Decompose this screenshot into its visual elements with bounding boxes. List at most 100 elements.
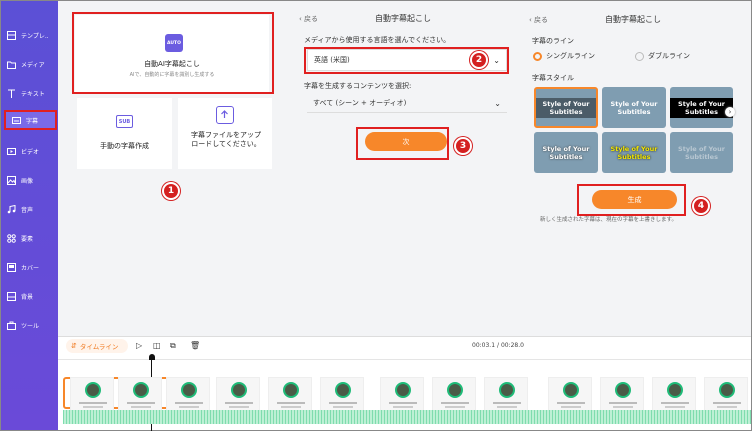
sidebar-item-templates[interactable]: テンプレ..: [1, 25, 58, 45]
sidebar-item-tools[interactable]: ツール: [1, 315, 58, 335]
sub-icon-label: SUB: [118, 118, 131, 125]
sidebar-item-label: ツール: [21, 322, 40, 330]
single-line-radio[interactable]: シングルライン: [533, 51, 595, 61]
sidebar-item-label: 字幕: [26, 117, 39, 125]
sidebar-item-label: テキスト: [21, 90, 45, 98]
style-tile-3[interactable]: Style of Your Subtitles: [670, 87, 733, 128]
sidebar-item-media[interactable]: メディア: [1, 54, 58, 74]
clip-thumbnail[interactable]: [432, 377, 476, 411]
video-icon: [7, 147, 16, 156]
highlight-box-3: [356, 127, 449, 160]
panel-title: 自動字幕起こし: [375, 14, 431, 23]
cover-icon: [7, 262, 16, 272]
style-tile-2[interactable]: Style of Your Subtitles: [602, 87, 666, 128]
clip-thumbnail[interactable]: [320, 377, 364, 411]
clip-thumbnail[interactable]: [484, 377, 528, 411]
sidebar-item-cover[interactable]: カバー: [1, 257, 58, 277]
main-area: AUTO 自動AI字幕起こし AIで、自動的に字幕を識別し生成する SUB 手動…: [58, 1, 751, 336]
time-display: 00:03.1 / 00:28.0: [472, 342, 524, 349]
sidebar-item-background[interactable]: 背景: [1, 286, 58, 306]
content-value: すべて (シーン + オーディオ): [313, 98, 407, 107]
style-tile-text: Style of Your Subtitles: [678, 144, 725, 161]
sidebar-item-label: メディア: [21, 61, 45, 69]
sidebar-item-label: 背景: [21, 293, 34, 301]
chevron-right-icon[interactable]: ›: [725, 107, 735, 117]
highlight-box-4: [577, 184, 686, 216]
back-link-right[interactable]: ‹ 戻る: [529, 15, 548, 25]
clip-thumbnail: [118, 377, 162, 411]
style-tile-5[interactable]: Style of Your Subtitles: [602, 132, 666, 173]
background-icon: [7, 291, 16, 301]
sidebar-item-video[interactable]: ビデオ: [1, 141, 58, 161]
sub-icon: SUB: [116, 115, 133, 128]
style-tile-text: Style of Your Subtitles: [536, 97, 596, 118]
sidebar-item-label: テンプレ..: [21, 32, 49, 40]
sidebar-item-elements[interactable]: 要素: [1, 228, 58, 248]
sidebar: テンプレ.. メディア テキスト 字幕 ビデオ 画像 音声 要素 カバー 背景 …: [1, 1, 58, 430]
upload-icon: [216, 106, 234, 124]
clip-thumbnail[interactable]: [600, 377, 644, 411]
double-line-label: ダブルライン: [648, 52, 690, 60]
double-line-radio[interactable]: ダブルライン: [635, 51, 690, 61]
playhead-handle[interactable]: [149, 354, 155, 360]
clip-thumbnail[interactable]: [548, 377, 592, 411]
sidebar-item-subtitles[interactable]: 字幕: [4, 110, 57, 130]
single-line-label: シングルライン: [546, 52, 595, 60]
clip-thumbnail[interactable]: [704, 377, 748, 411]
clip-thumbnail[interactable]: [216, 377, 260, 411]
radio-selected-icon: [533, 51, 542, 61]
step-badge-3: 3: [454, 137, 472, 155]
clip-thumbnail: [70, 377, 114, 411]
ruler: [58, 359, 751, 360]
time-total: / 00:28.0: [497, 342, 524, 349]
content-label: 字幕を生成するコンテンツを選択:: [304, 82, 412, 90]
style-tile-text: Style of Your Subtitles: [610, 99, 658, 116]
highlight-box-1: [72, 12, 274, 94]
timeline: ⇵ タイムライン ▷ ◫ ⧉ 🗑 00:03.1 / 00:28.0: [58, 336, 751, 431]
language-label: メディアから使用する言語を選んでください。: [304, 36, 451, 44]
style-tile-1[interactable]: Style of Your Subtitles: [534, 87, 598, 128]
style-tile-6[interactable]: Style of Your Subtitles: [670, 132, 733, 173]
timeline-icon: ⇵: [71, 342, 77, 350]
copy-icon[interactable]: ⧉: [170, 341, 176, 351]
upload-subtitle-card[interactable]: 字幕ファイルをアップロードしてください。: [178, 98, 272, 169]
sidebar-item-label: ビデオ: [21, 148, 40, 156]
chevron-down-icon: ⌄: [494, 98, 501, 108]
clip-thumbnail: [166, 377, 210, 411]
delete-icon[interactable]: 🗑: [190, 341, 200, 350]
step-badge-4: 4: [692, 197, 710, 215]
clip-thumbnail[interactable]: [268, 377, 312, 411]
play-icon[interactable]: ▷: [136, 341, 142, 350]
clip-thumbnail[interactable]: [380, 377, 424, 411]
split-icon[interactable]: ◫: [153, 341, 161, 350]
step-badge-1: 1: [162, 182, 180, 200]
panel-title-right: 自動字幕起こし: [605, 15, 661, 24]
tools-icon: [7, 321, 16, 330]
style-tile-text: Style of Your Subtitles: [542, 144, 590, 161]
upload-subtitle-label: 字幕ファイルをアップロードしてください。: [191, 131, 261, 148]
music-icon: [7, 204, 16, 214]
style-tile-4[interactable]: Style of Your Subtitles: [534, 132, 598, 173]
sidebar-item-text[interactable]: テキスト: [1, 83, 58, 103]
image-icon: [7, 175, 16, 185]
sidebar-item-images[interactable]: 画像: [1, 170, 58, 190]
back-link[interactable]: ‹ 戻る: [299, 14, 318, 24]
back-label: 戻る: [304, 15, 319, 23]
clip-thumbnail[interactable]: [652, 377, 696, 411]
back-label: 戻る: [534, 16, 549, 24]
folder-icon: [7, 60, 16, 69]
timeline-toggle[interactable]: ⇵ タイムライン: [66, 339, 128, 353]
text-icon: [7, 89, 16, 98]
overwrite-note: 新しく生成された字幕は、現在の字幕を上書きします。: [540, 217, 677, 223]
sidebar-item-label: カバー: [21, 264, 40, 272]
subtitle-icon: [12, 116, 21, 125]
time-current: 00:03.1: [472, 342, 496, 349]
manual-subtitle-card[interactable]: SUB 手動の字幕作成: [77, 98, 172, 169]
sidebar-item-audio[interactable]: 音声: [1, 199, 58, 219]
audio-waveform[interactable]: [63, 410, 751, 424]
style-tile-text: Style of Your Subtitles: [670, 97, 733, 118]
style-tile-text: Style of Your Subtitles: [610, 144, 658, 161]
radio-unselected-icon: [635, 51, 644, 61]
content-select[interactable]: すべて (シーン + オーディオ) ⌄: [307, 93, 507, 113]
step-badge-2: 2: [470, 51, 488, 69]
